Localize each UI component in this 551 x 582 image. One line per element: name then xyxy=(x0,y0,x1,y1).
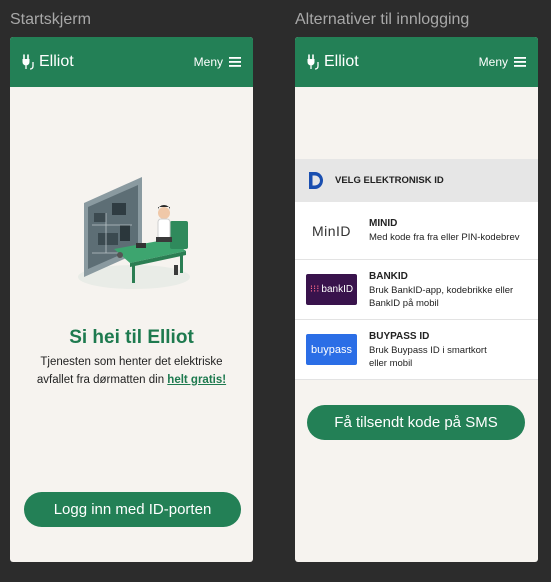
app-bar: Elliot Meny xyxy=(10,37,253,87)
free-link[interactable]: helt gratis! xyxy=(167,374,226,386)
app-name: Elliot xyxy=(324,53,359,70)
eid-option-bankid[interactable]: ⁝⁝⁝ bankID BANKID Bruk BankID-app, kodeb… xyxy=(295,260,538,320)
eid-section-header: VELG ELEKTRONISK ID xyxy=(295,159,538,202)
menu-button[interactable]: Meny xyxy=(194,55,241,69)
buypass-title: BUYPASS ID xyxy=(369,330,430,342)
service-description: Tjenesten som henter det elektriske avfa… xyxy=(10,353,253,389)
eid-option-minid[interactable]: MinID MINID Med kode fra fra eller PIN-k… xyxy=(295,202,538,260)
bankid-description-2: BankID på mobil xyxy=(369,297,439,309)
login-alternatives-screen: Elliot Meny VELG ELEKTRONISK ID MinID MI… xyxy=(295,37,538,562)
minid-logo: MinID xyxy=(306,215,357,246)
buypass-description-2: eller mobil xyxy=(369,357,413,369)
eid-section-title: VELG ELEKTRONISK ID xyxy=(335,175,444,186)
description-line-1: Tjenesten som henter det elektriske xyxy=(40,356,223,368)
eid-d-icon xyxy=(309,172,323,189)
login-id-porten-button[interactable]: Logg inn med ID-porten xyxy=(24,492,241,527)
hamburger-menu-icon xyxy=(229,57,241,67)
greeting-heading: Si hei til Elliot xyxy=(69,327,194,348)
menu-button[interactable]: Meny xyxy=(479,55,526,69)
bankid-text: BANKID Bruk BankID-app, kodebrikke eller… xyxy=(369,270,513,310)
menu-label: Meny xyxy=(478,55,508,69)
brand[interactable]: Elliot xyxy=(21,53,74,71)
app-bar: Elliot Meny xyxy=(295,37,538,87)
brand[interactable]: Elliot xyxy=(306,53,359,71)
electronics-illustration xyxy=(78,177,190,289)
bankid-logo-text: bankID xyxy=(321,284,354,295)
buypass-logo: buypass xyxy=(306,334,357,365)
plug-icon xyxy=(307,54,319,70)
frame-label-startskjerm: Startskjerm xyxy=(10,11,91,28)
bankid-title: BANKID xyxy=(369,270,408,282)
minid-description: Med kode fra fra eller PIN-kodebrev xyxy=(369,232,520,243)
description-line-2: avfallet fra dørmatten din helt gratis! xyxy=(10,371,253,389)
app-name: Elliot xyxy=(39,53,74,70)
frame-label-login-alternatives: Alternativer til innlogging xyxy=(295,11,470,28)
start-screen: Elliot Meny Si hei til Elliot Tjenesten … xyxy=(10,37,253,562)
eid-option-buypass[interactable]: buypass BUYPASS ID Bruk Buypass ID i sma… xyxy=(295,320,538,380)
bankid-description-1: Bruk BankID-app, kodebrikke eller xyxy=(369,284,514,296)
minid-logo-text: MinID xyxy=(311,222,352,239)
bankid-logo: ⁝⁝⁝ bankID xyxy=(306,274,357,305)
menu-label: Meny xyxy=(193,55,223,69)
bankid-logo-mark: ⁝⁝⁝ xyxy=(309,284,320,295)
plug-icon xyxy=(22,54,34,70)
buypass-logo-text: buypass xyxy=(311,343,352,356)
hamburger-menu-icon xyxy=(514,57,526,67)
description-line-2-text: avfallet fra dørmatten din xyxy=(36,374,168,386)
minid-title: MINID xyxy=(369,218,398,229)
minid-text: MINID Med kode fra fra eller PIN-kodebre… xyxy=(369,217,519,244)
sms-code-button[interactable]: Få tilsendt kode på SMS xyxy=(307,405,525,440)
buypass-text: BUYPASS ID Bruk Buypass ID i smartkort e… xyxy=(369,330,487,370)
buypass-description-1: Bruk Buypass ID i smartkort xyxy=(369,344,487,356)
